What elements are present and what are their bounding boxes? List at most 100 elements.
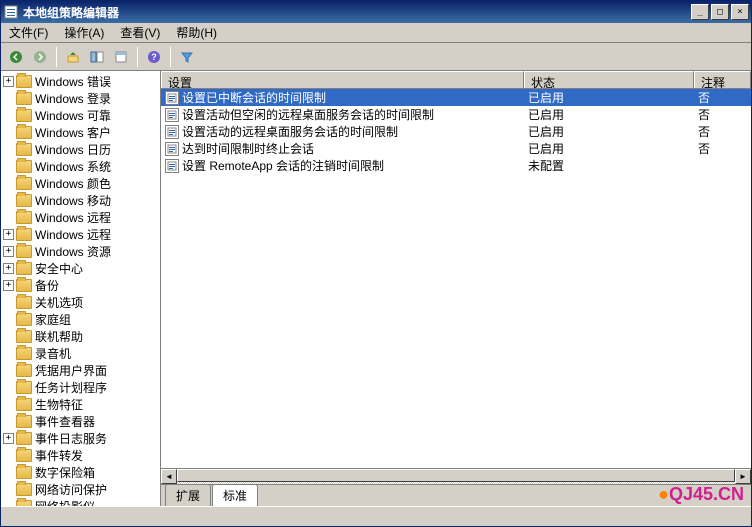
tree-item[interactable]: +备份 — [1, 277, 160, 294]
menu-action[interactable]: 操作(A) — [56, 23, 112, 42]
policy-icon — [165, 142, 179, 156]
list-row[interactable]: 设置 RemoteApp 会话的注销时间限制未配置 — [161, 157, 751, 174]
tree-item[interactable]: +Windows 远程 — [1, 226, 160, 243]
menu-view[interactable]: 查看(V) — [112, 23, 168, 42]
cell-comment: 否 — [694, 123, 751, 140]
tree-item-label: 事件查看器 — [35, 413, 95, 430]
folder-icon — [16, 109, 32, 122]
cell-status: 已启用 — [524, 89, 694, 106]
list-body[interactable]: 设置已中断会话的时间限制已启用否设置活动但空闲的远程桌面服务会话的时间限制已启用… — [161, 89, 751, 468]
tree-item[interactable]: 任务计划程序 — [1, 379, 160, 396]
help-button[interactable]: ? — [143, 46, 165, 68]
titlebar-text: 本地组策略编辑器 — [23, 4, 691, 21]
scroll-track[interactable] — [177, 469, 735, 484]
tree-item[interactable]: 关机选项 — [1, 294, 160, 311]
properties-button[interactable] — [110, 46, 132, 68]
tree-item[interactable]: Windows 日历 — [1, 141, 160, 158]
tree-item[interactable]: Windows 远程 — [1, 209, 160, 226]
tree-toggle-icon[interactable]: + — [3, 280, 14, 291]
tree-item-label: 家庭组 — [35, 311, 71, 328]
folder-icon — [16, 500, 32, 506]
cell-comment: 否 — [694, 106, 751, 123]
tree-item[interactable]: 联机帮助 — [1, 328, 160, 345]
cell-setting: 设置 RemoteApp 会话的注销时间限制 — [161, 157, 524, 174]
list-row[interactable]: 达到时间限制时终止会话已启用否 — [161, 140, 751, 157]
tree-toggle-icon[interactable]: + — [3, 433, 14, 444]
tree-item[interactable]: 事件转发 — [1, 447, 160, 464]
cell-setting: 设置活动但空闲的远程桌面服务会话的时间限制 — [161, 106, 524, 123]
list-panel: 设置 状态 注释 设置已中断会话的时间限制已启用否设置活动但空闲的远程桌面服务会… — [161, 71, 751, 506]
tree-item[interactable]: Windows 移动 — [1, 192, 160, 209]
list-row[interactable]: 设置活动但空闲的远程桌面服务会话的时间限制已启用否 — [161, 106, 751, 123]
column-comment[interactable]: 注释 — [694, 71, 751, 88]
scroll-left-button[interactable]: ◄ — [161, 469, 177, 484]
tree-toggle-icon[interactable]: + — [3, 229, 14, 240]
show-hide-tree-button[interactable] — [86, 46, 108, 68]
tree-item[interactable]: Windows 系统 — [1, 158, 160, 175]
folder-icon — [16, 126, 32, 139]
tree-item[interactable]: +事件日志服务 — [1, 430, 160, 447]
forward-button[interactable] — [29, 46, 51, 68]
menu-help[interactable]: 帮助(H) — [168, 23, 225, 42]
tree-panel[interactable]: + Windows 错误Windows 登录Windows 可靠Windows 客… — [1, 71, 161, 506]
back-button[interactable] — [5, 46, 27, 68]
window-controls: _ □ × — [691, 4, 749, 20]
tree-item-label: 关机选项 — [35, 294, 83, 311]
tree-item[interactable]: 网络投影仪 — [1, 498, 160, 506]
menu-file[interactable]: 文件(F) — [1, 23, 56, 42]
folder-icon — [16, 364, 32, 377]
list-scrollbar-h[interactable]: ◄ ► — [161, 468, 751, 484]
tree-item[interactable]: 凭据用户界面 — [1, 362, 160, 379]
policy-icon — [165, 91, 179, 105]
tree-item[interactable]: +安全中心 — [1, 260, 160, 277]
tree-item[interactable]: 网络访问保护 — [1, 481, 160, 498]
tree-item-label: 网络投影仪 — [35, 498, 95, 506]
tree-item[interactable]: Windows 登录 — [1, 90, 160, 107]
tree-item[interactable]: 录音机 — [1, 345, 160, 362]
tree-item-label: Windows 颜色 — [35, 175, 111, 192]
tree-item[interactable]: 家庭组 — [1, 311, 160, 328]
tree-item-label: Windows 资源 — [35, 243, 111, 260]
up-button[interactable] — [62, 46, 84, 68]
column-setting[interactable]: 设置 — [161, 71, 524, 88]
folder-icon — [16, 245, 32, 258]
tree-toggle-icon[interactable]: + — [3, 263, 14, 274]
tree-toggle-icon[interactable]: + — [3, 246, 14, 257]
minimize-button[interactable]: _ — [691, 4, 709, 20]
tree-item-label: 录音机 — [35, 345, 71, 362]
toolbar-separator — [170, 47, 171, 67]
tree-item[interactable]: + Windows 资源 — [1, 243, 160, 260]
tab-standard[interactable]: 标准 — [212, 484, 258, 506]
folder-icon — [16, 330, 32, 343]
cell-comment: 否 — [694, 89, 751, 106]
tree-item-label: 事件转发 — [35, 447, 83, 464]
folder-icon — [16, 194, 32, 207]
list-row[interactable]: 设置已中断会话的时间限制已启用否 — [161, 89, 751, 106]
tree-item[interactable]: 数字保险箱 — [1, 464, 160, 481]
tree-item[interactable]: 事件查看器 — [1, 413, 160, 430]
tree-item[interactable]: 生物特征 — [1, 396, 160, 413]
cell-status: 未配置 — [524, 157, 694, 174]
list-row[interactable]: 设置活动的远程桌面服务会话的时间限制已启用否 — [161, 123, 751, 140]
folder-icon — [16, 177, 32, 190]
policy-icon — [165, 159, 179, 173]
tree-item[interactable]: Windows 客户 — [1, 124, 160, 141]
folder-icon — [16, 211, 32, 224]
close-button[interactable]: × — [731, 4, 749, 20]
list-header: 设置 状态 注释 — [161, 71, 751, 89]
tree-item-label: Windows 错误 — [35, 73, 111, 90]
column-status[interactable]: 状态 — [524, 71, 694, 88]
tree-item[interactable]: Windows 可靠 — [1, 107, 160, 124]
folder-icon — [16, 92, 32, 105]
scroll-thumb[interactable] — [177, 469, 735, 482]
scroll-right-button[interactable]: ► — [735, 469, 751, 484]
titlebar: 本地组策略编辑器 _ □ × — [1, 1, 751, 23]
svg-text:?: ? — [151, 52, 157, 62]
tree-item[interactable]: Windows 颜色 — [1, 175, 160, 192]
maximize-button[interactable]: □ — [711, 4, 729, 20]
tab-extended[interactable]: 扩展 — [165, 484, 211, 506]
tree-item[interactable]: + Windows 错误 — [1, 73, 160, 90]
filter-button[interactable] — [176, 46, 198, 68]
content-area: + Windows 错误Windows 登录Windows 可靠Windows 客… — [1, 71, 751, 506]
tree-toggle-icon[interactable]: + — [3, 76, 14, 87]
